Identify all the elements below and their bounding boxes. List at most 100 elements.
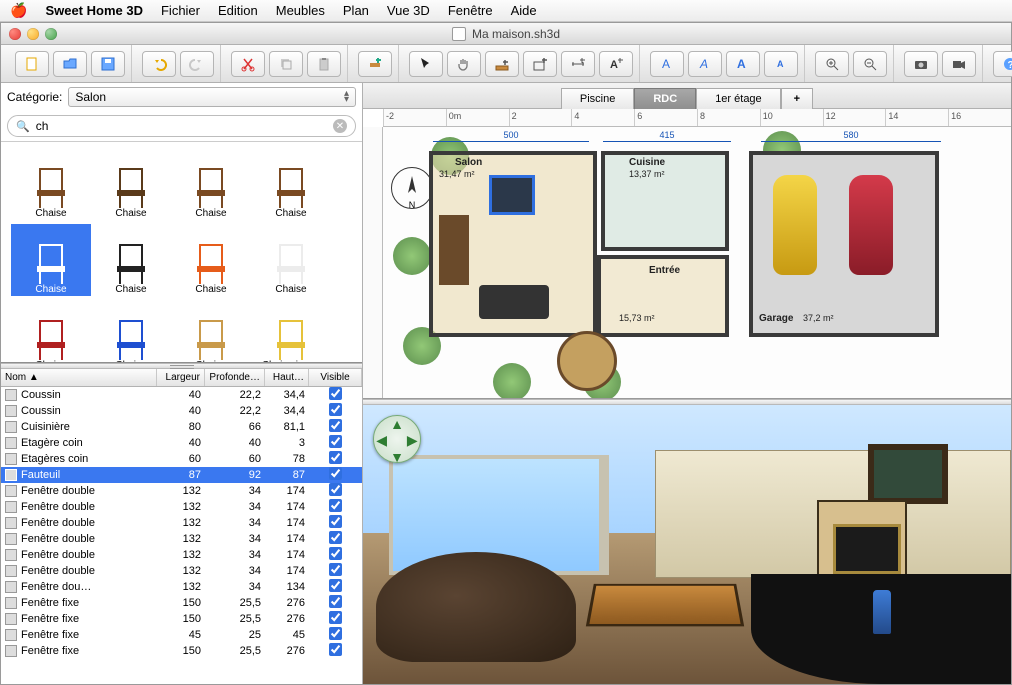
- menu-meubles[interactable]: Meubles: [276, 3, 325, 18]
- menu-vue3d[interactable]: Vue 3D: [387, 3, 430, 18]
- table-row[interactable]: Fenêtre double13234174: [1, 531, 362, 547]
- text-italic-button[interactable]: A: [688, 51, 722, 77]
- app-menu[interactable]: Sweet Home 3D: [45, 3, 143, 18]
- furniture-item[interactable]: [557, 331, 617, 391]
- room-tool[interactable]: [523, 51, 557, 77]
- text-increase-button[interactable]: A: [726, 51, 760, 77]
- catalog-item[interactable]: Chaise: [11, 224, 91, 296]
- col-largeur[interactable]: Largeur: [157, 369, 205, 386]
- search-input[interactable]: [36, 119, 327, 133]
- catalog-item[interactable]: Chaise: [251, 148, 331, 220]
- visible-checkbox[interactable]: [329, 499, 342, 512]
- new-button[interactable]: [15, 51, 49, 77]
- snapshot-button[interactable]: [904, 51, 938, 77]
- catalog-item[interactable]: Chaise: [91, 224, 171, 296]
- compass-icon[interactable]: [391, 167, 433, 209]
- visible-checkbox[interactable]: [329, 435, 342, 448]
- wall-tool[interactable]: [485, 51, 519, 77]
- visible-checkbox[interactable]: [329, 403, 342, 416]
- window-close-button[interactable]: [9, 28, 21, 40]
- menu-fenetre[interactable]: Fenêtre: [448, 3, 493, 18]
- 3d-nav-pad[interactable]: ▲ ◀▶ ▼: [373, 415, 421, 463]
- catalog-item[interactable]: Chaise: [91, 148, 171, 220]
- visible-checkbox[interactable]: [329, 451, 342, 464]
- category-select[interactable]: Salon ▴▾: [68, 87, 356, 107]
- arrow-right-icon[interactable]: ▶: [407, 432, 418, 449]
- save-button[interactable]: [91, 51, 125, 77]
- catalog-item[interactable]: Chaise: [251, 224, 331, 296]
- catalog-item[interactable]: Chaise: [171, 148, 251, 220]
- visible-checkbox[interactable]: [329, 387, 342, 400]
- col-name[interactable]: Nom ▲: [1, 369, 157, 386]
- furniture-list[interactable]: Nom ▲ Largeur Profonde… Haut… Visible Co…: [1, 369, 362, 684]
- catalog-item[interactable]: Chaise jaune: [251, 300, 331, 362]
- visible-checkbox[interactable]: [329, 643, 342, 656]
- help-button[interactable]: ?: [993, 51, 1012, 77]
- text-decrease-button[interactable]: A: [764, 51, 798, 77]
- tab-1er-etage[interactable]: 1er étage: [696, 88, 780, 109]
- furniture-item[interactable]: [439, 215, 469, 285]
- catalog-item[interactable]: Chaise: [171, 300, 251, 362]
- arrow-left-icon[interactable]: ◀: [376, 432, 387, 449]
- dimension-tool[interactable]: [561, 51, 595, 77]
- tab-add[interactable]: +: [781, 88, 813, 109]
- table-row[interactable]: Fenêtre double13234174: [1, 547, 362, 563]
- table-row[interactable]: Coussin4022,234,4: [1, 387, 362, 403]
- visible-checkbox[interactable]: [329, 579, 342, 592]
- table-row[interactable]: Fenêtre double13234174: [1, 563, 362, 579]
- pan-tool[interactable]: [447, 51, 481, 77]
- table-row[interactable]: Fenêtre fixe15025,5276: [1, 595, 362, 611]
- table-row[interactable]: Fenêtre double13234174: [1, 483, 362, 499]
- col-visible[interactable]: Visible: [309, 369, 362, 386]
- table-row[interactable]: Fenêtre fixe452545: [1, 627, 362, 643]
- visible-checkbox[interactable]: [329, 627, 342, 640]
- visible-checkbox[interactable]: [329, 611, 342, 624]
- paste-button[interactable]: [307, 51, 341, 77]
- catalog-item[interactable]: Chaise: [11, 148, 91, 220]
- video-button[interactable]: [942, 51, 976, 77]
- zoom-in-button[interactable]: [815, 51, 849, 77]
- car-icon[interactable]: [773, 175, 817, 275]
- visible-checkbox[interactable]: [329, 595, 342, 608]
- menu-fichier[interactable]: Fichier: [161, 3, 200, 18]
- window-titlebar[interactable]: Ma maison.sh3d: [1, 23, 1011, 45]
- cut-button[interactable]: [231, 51, 265, 77]
- table-row[interactable]: Etagères coin606078: [1, 451, 362, 467]
- visible-checkbox[interactable]: [329, 467, 342, 480]
- apple-menu-icon[interactable]: 🍎: [10, 2, 27, 19]
- open-button[interactable]: [53, 51, 87, 77]
- col-profondeur[interactable]: Profonde…: [205, 369, 265, 386]
- view-3d[interactable]: ▲ ◀▶ ▼: [363, 405, 1011, 684]
- tab-rdc[interactable]: RDC: [634, 88, 696, 109]
- text-bold-button[interactable]: A: [650, 51, 684, 77]
- window-zoom-button[interactable]: [45, 28, 57, 40]
- arrow-up-icon[interactable]: ▲: [390, 416, 404, 432]
- table-row[interactable]: Fenêtre fixe15025,5276: [1, 611, 362, 627]
- window-minimize-button[interactable]: [27, 28, 39, 40]
- visible-checkbox[interactable]: [329, 483, 342, 496]
- furniture-table-header[interactable]: Nom ▲ Largeur Profonde… Haut… Visible: [1, 369, 362, 387]
- table-row[interactable]: Fenêtre dou…13234134: [1, 579, 362, 595]
- furniture-item[interactable]: [479, 285, 549, 319]
- table-row[interactable]: Cuisinière806681,1: [1, 419, 362, 435]
- menu-plan[interactable]: Plan: [343, 3, 369, 18]
- menu-aide[interactable]: Aide: [511, 3, 537, 18]
- visible-checkbox[interactable]: [329, 515, 342, 528]
- table-row[interactable]: Coussin4022,234,4: [1, 403, 362, 419]
- visible-checkbox[interactable]: [329, 547, 342, 560]
- car-icon[interactable]: [849, 175, 893, 275]
- col-hauteur[interactable]: Haut…: [265, 369, 309, 386]
- plan-2d-view[interactable]: -20m246810121416 500: [363, 109, 1011, 399]
- menu-edition[interactable]: Edition: [218, 3, 258, 18]
- catalog-item[interactable]: Chaise: [11, 300, 91, 362]
- catalog-item[interactable]: Chaise: [91, 300, 171, 362]
- floor-plan[interactable]: 500 415 580 Salon 31,47 m² Cuisine 13,37…: [429, 145, 969, 385]
- search-field[interactable]: 🔍 ✕: [7, 115, 356, 137]
- visible-checkbox[interactable]: [329, 419, 342, 432]
- copy-button[interactable]: [269, 51, 303, 77]
- table-row[interactable]: Etagère coin40403: [1, 435, 362, 451]
- table-row[interactable]: Fenêtre double13234174: [1, 515, 362, 531]
- zoom-out-button[interactable]: [853, 51, 887, 77]
- text-tool[interactable]: A: [599, 51, 633, 77]
- table-row[interactable]: Fenêtre double13234174: [1, 499, 362, 515]
